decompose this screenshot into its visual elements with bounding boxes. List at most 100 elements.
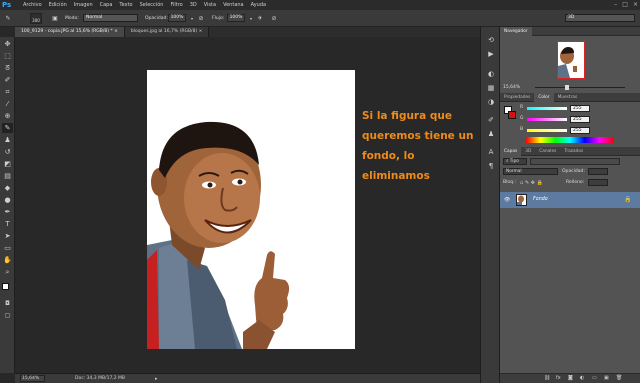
slider-thumb[interactable]: [565, 85, 569, 90]
pressure-size-icon[interactable]: ⊘: [270, 15, 278, 22]
g-slider[interactable]: [527, 118, 567, 121]
new-group-icon[interactable]: ▭: [592, 375, 597, 381]
menu-edicion[interactable]: Edición: [49, 2, 67, 8]
close-tab-icon[interactable]: ×: [199, 29, 203, 34]
menu-3d[interactable]: 3D: [190, 2, 197, 8]
tab-document-2[interactable]: bloques.jpg al 16,7% (RGB/8) ×: [124, 27, 210, 37]
eraser-tool-icon[interactable]: ◩: [2, 159, 13, 169]
lasso-tool-icon[interactable]: ᘔ: [2, 63, 13, 73]
menu-filtro[interactable]: Filtro: [170, 2, 182, 8]
workspace-select[interactable]: 3D: [565, 14, 635, 22]
pen-tool-icon[interactable]: ✒: [2, 207, 13, 217]
color-spectrum[interactable]: [526, 137, 614, 143]
minimize-icon[interactable]: –: [614, 1, 617, 8]
brush-size-picker[interactable]: 300: [30, 13, 42, 24]
menu-ayuda[interactable]: Ayuda: [251, 2, 266, 8]
eyedropper-tool-icon[interactable]: ⁄: [2, 99, 13, 109]
close-icon[interactable]: ×: [633, 1, 638, 8]
g-value[interactable]: 255: [570, 116, 590, 123]
layer-filter-icons[interactable]: [530, 158, 620, 165]
shape-tool-icon[interactable]: ▭: [2, 243, 13, 253]
status-arrow-icon[interactable]: ▸: [155, 376, 158, 382]
dodge-tool-icon[interactable]: ●: [2, 195, 13, 205]
zoom-tool-icon[interactable]: ⌕: [2, 267, 13, 277]
fill-input[interactable]: [588, 179, 608, 186]
history-brush-tool-icon[interactable]: ↺: [2, 147, 13, 157]
pressure-opacity-icon[interactable]: ⊘: [197, 15, 205, 22]
adjustments-icon[interactable]: ◑: [486, 97, 496, 107]
delete-layer-icon[interactable]: 🗑: [616, 375, 622, 381]
menu-imagen[interactable]: Imagen: [74, 2, 93, 8]
character-icon[interactable]: A: [486, 147, 496, 157]
tab-muestras[interactable]: Muestras: [554, 93, 582, 102]
quick-mask-icon[interactable]: ◘: [2, 299, 13, 309]
foreground-color-swatch[interactable]: [2, 283, 9, 290]
marquee-tool-icon[interactable]: ⬚: [2, 51, 13, 61]
layer-filter-select[interactable]: ⌕ Tipo: [503, 158, 527, 165]
zoom-level[interactable]: 15,64%: [20, 375, 45, 382]
menu-capa[interactable]: Capa: [100, 2, 113, 8]
tab-document-1[interactable]: 100_9129 - copia.JPG al 15,6% (RGB/8) * …: [15, 27, 125, 37]
crop-tool-icon[interactable]: ⌗: [2, 87, 13, 97]
clone-stamp-tool-icon[interactable]: ♟: [2, 135, 13, 145]
menu-seleccion[interactable]: Selección: [140, 2, 164, 8]
screen-mode-icon[interactable]: ▢: [2, 311, 13, 321]
layer-mask-icon[interactable]: ◙: [568, 375, 573, 381]
menu-archivo[interactable]: Archivo: [23, 2, 42, 8]
layer-opacity-input[interactable]: [588, 168, 608, 175]
menu-vista[interactable]: Vista: [204, 2, 216, 8]
mode-select[interactable]: Normal: [83, 14, 138, 22]
color-icon[interactable]: ◐: [486, 69, 496, 79]
layer-style-icon[interactable]: fx: [556, 375, 561, 381]
opacity-input[interactable]: 100%: [168, 14, 186, 22]
quick-select-tool-icon[interactable]: ✐: [2, 75, 13, 85]
swatches-icon[interactable]: ▦: [486, 83, 496, 93]
tab-3d[interactable]: 3D: [521, 147, 535, 156]
link-layers-icon[interactable]: ⛓: [544, 375, 550, 381]
history-icon[interactable]: ⟲: [486, 35, 496, 45]
layer-name[interactable]: Fondo: [533, 197, 548, 202]
hand-tool-icon[interactable]: ✋: [2, 255, 13, 265]
b-slider[interactable]: [527, 129, 567, 132]
brush-tool-icon[interactable]: ✎: [2, 123, 13, 133]
brush-presets-icon[interactable]: ✐: [486, 115, 496, 125]
close-tab-icon[interactable]: ×: [114, 29, 118, 34]
type-tool-icon[interactable]: T: [2, 219, 13, 229]
healing-tool-icon[interactable]: ⊕: [2, 111, 13, 121]
menu-texto[interactable]: Texto: [119, 2, 132, 8]
clone-source-icon[interactable]: ♟: [486, 129, 496, 139]
visibility-eye-icon[interactable]: 👁: [504, 197, 510, 203]
blend-mode-select[interactable]: Normal: [503, 168, 558, 175]
tab-propiedades[interactable]: Propiedades: [500, 93, 534, 102]
menu-ventana[interactable]: Ventana: [223, 2, 244, 8]
brush-preset-icon[interactable]: ✎: [4, 15, 12, 22]
r-value[interactable]: 255: [570, 105, 590, 112]
path-select-tool-icon[interactable]: ➤: [2, 231, 13, 241]
actions-icon[interactable]: ▶: [486, 49, 496, 59]
flow-input[interactable]: 100%: [227, 14, 245, 22]
navigator-zoom-slider[interactable]: [535, 87, 625, 88]
new-layer-icon[interactable]: ▣: [604, 375, 609, 381]
b-value[interactable]: 255: [570, 127, 590, 134]
dropdown-arrow-icon[interactable]: ▾: [247, 15, 255, 22]
move-tool-icon[interactable]: ✥: [2, 39, 13, 49]
lock-icons[interactable]: ▫ ✎ ✥ 🔒: [520, 180, 543, 186]
color-background-swatch[interactable]: [508, 111, 516, 119]
maximize-icon[interactable]: □: [622, 1, 628, 8]
tab-trazados[interactable]: Trazados: [560, 147, 587, 156]
layer-row[interactable]: 👁 Fondo 🔒: [500, 192, 640, 208]
brush-panel-icon[interactable]: ▣: [51, 15, 59, 22]
tab-navigator[interactable]: Navegador: [500, 26, 532, 36]
gradient-tool-icon[interactable]: ▤: [2, 171, 13, 181]
tab-capas[interactable]: Capas: [500, 146, 522, 156]
tab-canales[interactable]: Canales: [535, 147, 560, 156]
navigator-thumbnail[interactable]: [557, 41, 585, 79]
airbrush-icon[interactable]: ✈: [256, 15, 264, 22]
dropdown-arrow-icon[interactable]: ▾: [188, 15, 196, 22]
r-slider[interactable]: [527, 107, 567, 110]
adjustment-layer-icon[interactable]: ◐: [580, 375, 584, 381]
paragraph-icon[interactable]: ¶: [486, 161, 496, 171]
blur-tool-icon[interactable]: ◆: [2, 183, 13, 193]
document-canvas[interactable]: [147, 70, 355, 349]
tab-color[interactable]: Color: [534, 92, 554, 102]
